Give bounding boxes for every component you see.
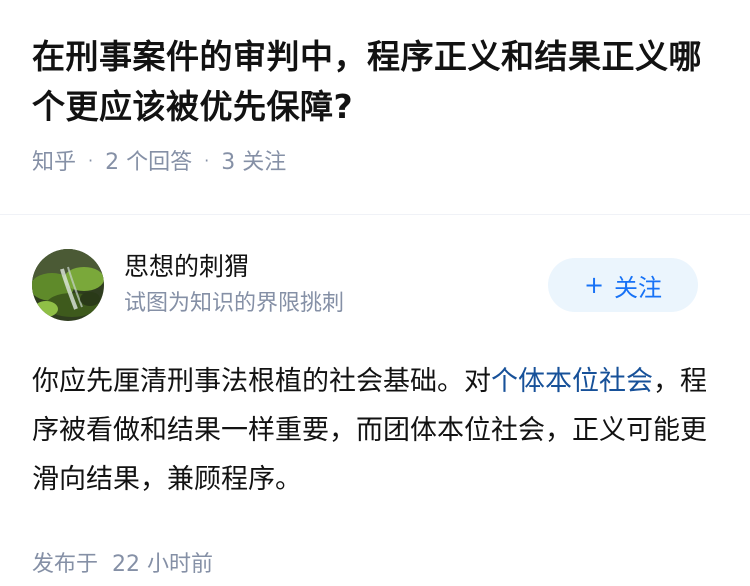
- moss-rocks-avatar-icon: [32, 249, 104, 321]
- divider: [0, 214, 750, 215]
- published-time: 22 小时前: [112, 552, 214, 577]
- follow-label: 关注: [614, 273, 663, 302]
- content-text: 你应先厘清刑事法根植的社会基础。对: [32, 366, 491, 397]
- author-row: 思想的刺猬 试图为知识的界限挑刺 + 关注: [32, 249, 718, 321]
- plus-icon: +: [583, 271, 605, 299]
- answers-count[interactable]: 2 个回答: [105, 144, 192, 176]
- followers-count[interactable]: 3 关注: [221, 144, 286, 176]
- follow-button[interactable]: + 关注: [548, 258, 698, 312]
- answer-card: 思想的刺猬 试图为知识的界限挑刺 + 关注 你应先厘清刑事法根植的社会基础。对个…: [0, 249, 750, 578]
- question-title[interactable]: 在刑事案件的审判中，程序正义和结果正义哪个更应该被优先保障?: [32, 32, 718, 132]
- separator-dot: ·: [88, 150, 94, 170]
- answer-footer: 发布于 22 小时前: [32, 546, 718, 578]
- content-link[interactable]: 个体本位社会: [491, 366, 653, 397]
- question-header: 在刑事案件的审判中，程序正义和结果正义哪个更应该被优先保障? 知乎 · 2 个回…: [0, 0, 750, 176]
- published-label: 发布于: [32, 552, 99, 577]
- separator-dot: ·: [204, 150, 210, 170]
- author-bio: 试图为知识的界限挑刺: [124, 291, 345, 316]
- author-info: 思想的刺猬 试图为知识的界限挑刺: [124, 250, 548, 320]
- answer-content[interactable]: 你应先厘清刑事法根植的社会基础。对个体本位社会，程序被看做和结果一样重要，而团体…: [32, 357, 718, 504]
- avatar[interactable]: [32, 249, 104, 321]
- author-name[interactable]: 思想的刺猬: [124, 250, 548, 284]
- source-label[interactable]: 知乎: [32, 144, 76, 176]
- question-meta: 知乎 · 2 个回答 · 3 关注: [32, 144, 718, 176]
